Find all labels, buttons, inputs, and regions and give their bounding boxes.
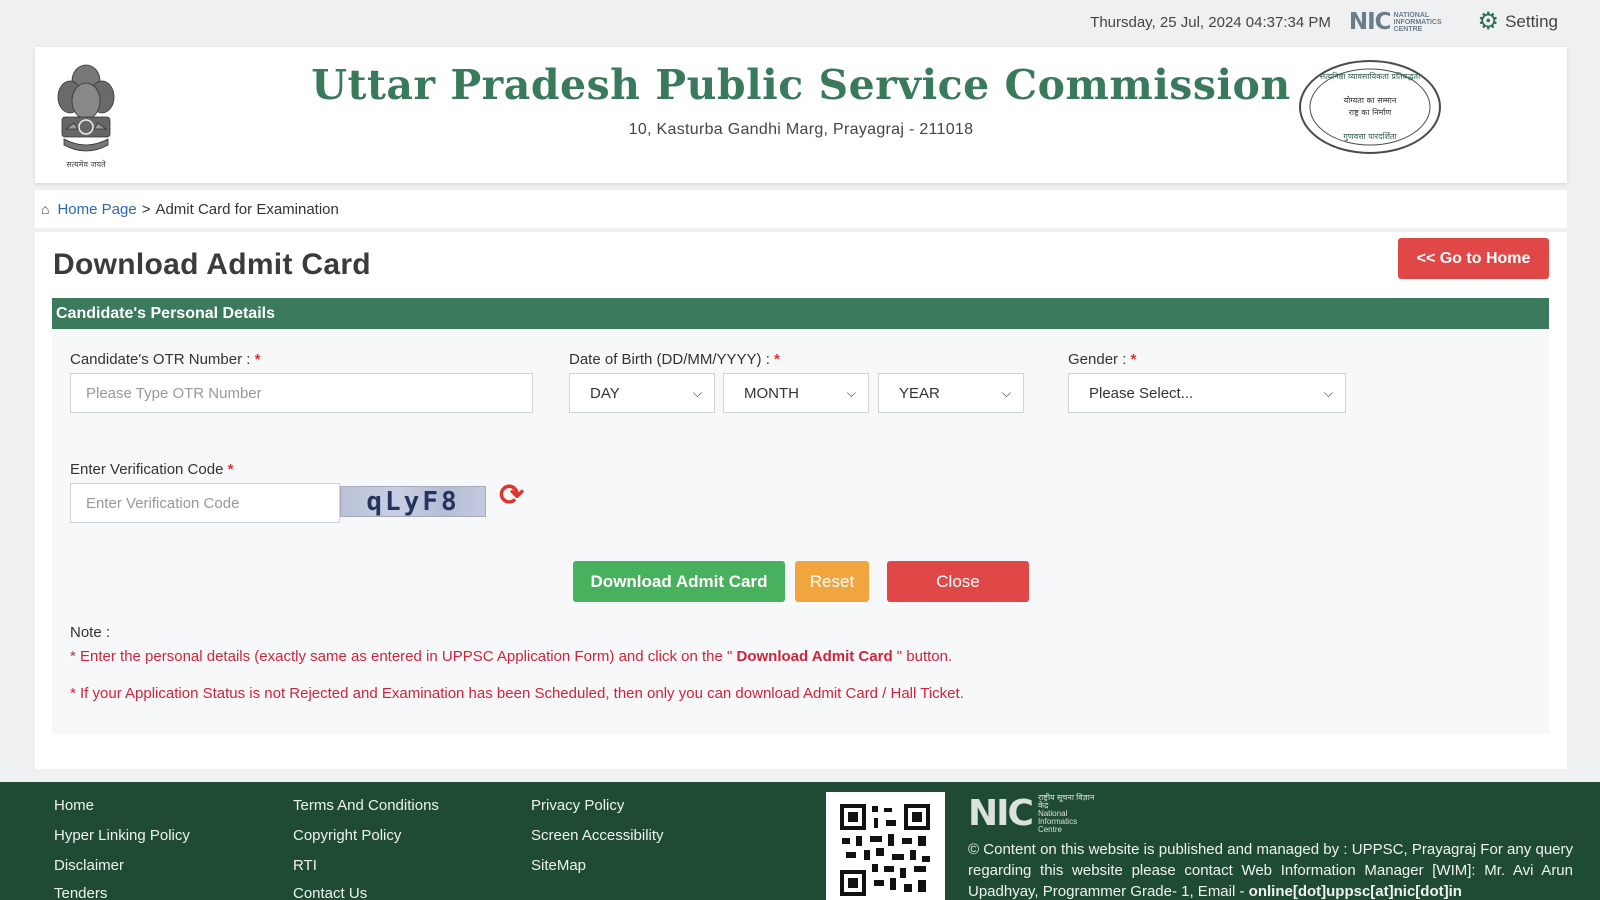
dob-year-value: YEAR <box>899 384 940 402</box>
footer-link[interactable]: SiteMap <box>531 857 586 874</box>
section-header: Candidate's Personal Details <box>52 298 1549 329</box>
personal-details-form: Candidate's OTR Number : * Please Type O… <box>52 329 1549 734</box>
footer-link[interactable]: Hyper Linking Policy <box>54 827 190 844</box>
dob-label: Date of Birth (DD/MM/YYYY) : * <box>569 351 780 368</box>
refresh-icon[interactable]: ⟳ <box>499 481 524 511</box>
footer-email: online[dot]uppsc[at]nic[dot]in <box>1248 883 1462 900</box>
setting-button[interactable]: ⚙ Setting <box>1478 10 1558 34</box>
nic-logo: NIC NATIONAL INFORMATICS CENTRE <box>1348 8 1458 35</box>
gender-label-text: Gender : <box>1068 351 1127 368</box>
verification-label-text: Enter Verification Code <box>70 461 224 478</box>
required-mark: * <box>254 351 261 368</box>
dob-month-select[interactable]: MONTH ⌵ <box>723 373 869 413</box>
gender-value: Please Select... <box>1089 384 1194 402</box>
footer-content-text: © Content on this website is published a… <box>968 839 1573 900</box>
seal-top-text: सत्यनिष्ठा व्यावसायिकता प्रतिबद्धता <box>1320 71 1421 81</box>
verification-input[interactable]: Enter Verification Code <box>70 483 340 523</box>
site-footer: Home Hyper Linking Policy Disclaimer Ten… <box>0 782 1600 900</box>
seal-middle-text-2: राष्ट्र का निर्माण <box>1349 107 1392 117</box>
footer-link[interactable]: Privacy Policy <box>531 797 624 814</box>
captcha-image: qLyF8 <box>340 486 486 517</box>
qr-code-icon <box>840 804 930 896</box>
gender-select[interactable]: Please Select... ⌵ <box>1068 373 1346 413</box>
emblem-caption: सत्यमेव जयते <box>66 159 106 169</box>
qr-code <box>826 792 945 900</box>
chevron-down-icon: ⌵ <box>846 385 856 400</box>
required-mark: * <box>227 461 234 478</box>
seal-bottom-text: गुणवत्ता पारदर्शिता <box>1343 131 1397 142</box>
otr-label: Candidate's OTR Number : * <box>70 351 260 368</box>
chevron-down-icon: ⌵ <box>692 385 702 400</box>
chevron-down-icon: ⌵ <box>1001 385 1011 400</box>
footer-link[interactable]: Disclaimer <box>54 857 124 874</box>
dob-label-text: Date of Birth (DD/MM/YYYY) : <box>569 351 770 368</box>
note-label: Note : <box>70 624 111 641</box>
nic-footer-word: NIC <box>968 793 1034 834</box>
breadcrumb-current: Admit Card for Examination <box>155 200 339 218</box>
note-1-prefix: * Enter the personal details (exactly sa… <box>70 648 733 665</box>
reset-button[interactable]: Reset <box>795 561 869 602</box>
breadcrumb-home-link[interactable]: Home Page <box>57 201 136 218</box>
page-title: Download Admit Card <box>53 248 371 281</box>
footer-link[interactable]: Screen Accessibility <box>531 827 664 844</box>
main-content: Download Admit Card << Go to Home Candid… <box>35 232 1567 769</box>
setting-label: Setting <box>1505 12 1558 31</box>
home-icon: ⌂ <box>41 201 50 217</box>
otr-input[interactable]: Please Type OTR Number <box>70 373 533 413</box>
gender-label: Gender : * <box>1068 351 1136 368</box>
nic-logo-subtitle: NATIONAL INFORMATICS CENTRE <box>1393 11 1442 33</box>
note-1-bold: Download Admit Card <box>736 648 893 665</box>
dob-day-value: DAY <box>590 384 620 402</box>
note-line-1: * Enter the personal details (exactly sa… <box>70 648 952 665</box>
datetime-display: Thursday, 25 Jul, 2024 04:37:34 PM <box>1090 13 1331 31</box>
footer-link[interactable]: Contact Us <box>293 885 367 900</box>
note-line-2: * If your Application Status is not Reje… <box>70 685 964 702</box>
footer-link[interactable]: Home <box>54 797 94 814</box>
dob-month-value: MONTH <box>744 384 799 402</box>
otr-label-text: Candidate's OTR Number : <box>70 351 251 368</box>
site-header: सत्यमेव जयते Uttar Pradesh Public Servic… <box>35 47 1567 183</box>
footer-link[interactable]: Tenders <box>54 885 107 900</box>
dob-year-select[interactable]: YEAR ⌵ <box>878 373 1024 413</box>
verification-label: Enter Verification Code * <box>70 461 233 478</box>
commission-seal-icon: सत्यनिष्ठा व्यावसायिकता प्रतिबद्धता योग्… <box>1299 60 1441 154</box>
download-admit-card-button[interactable]: Download Admit Card <box>573 561 785 602</box>
nic-footer-logo: NIC राष्ट्रीय सूचना विज्ञान केंद्र Natio… <box>968 794 1098 834</box>
footer-link[interactable]: Terms And Conditions <box>293 797 439 814</box>
breadcrumb: ⌂ Home Page > Admit Card for Examination <box>35 190 1567 228</box>
dob-day-select[interactable]: DAY ⌵ <box>569 373 715 413</box>
breadcrumb-separator: > <box>141 200 151 218</box>
note-1-suffix: " button. <box>896 648 953 665</box>
nic-footer-subtitles: राष्ट्रीय सूचना विज्ञान केंद्र National … <box>1035 794 1098 834</box>
chevron-down-icon: ⌵ <box>1323 385 1333 400</box>
go-to-home-button[interactable]: << Go to Home <box>1398 238 1549 279</box>
close-button[interactable]: Close <box>887 561 1029 602</box>
nic-footer-english: National Informatics Centre <box>1037 809 1078 834</box>
nic-footer-hindi: राष्ट्रीय सूचना विज्ञान केंद्र <box>1037 793 1095 810</box>
required-mark: * <box>774 351 780 368</box>
nic-logo-word: NIC <box>1348 8 1392 35</box>
top-strip: Thursday, 25 Jul, 2024 04:37:34 PM NIC N… <box>0 0 1600 44</box>
required-mark: * <box>1130 351 1137 368</box>
footer-link[interactable]: Copyright Policy <box>293 827 401 844</box>
gear-icon: ⚙ <box>1477 8 1500 35</box>
footer-link[interactable]: RTI <box>293 857 317 874</box>
seal-middle-text-1: योग्यता का सम्मान <box>1344 95 1397 105</box>
